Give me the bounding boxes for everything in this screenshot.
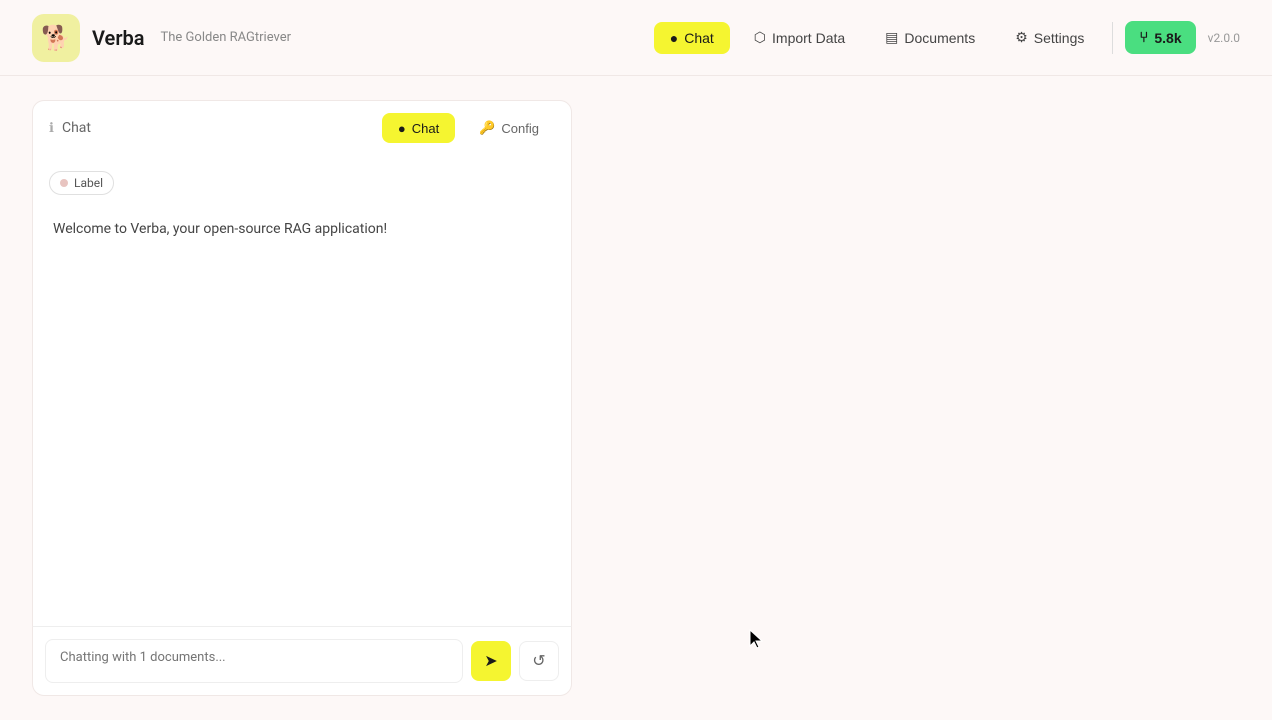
nav-documents-button[interactable]: ▤ Documents <box>869 21 991 54</box>
settings-gear-icon: ⚙ <box>1015 29 1028 46</box>
reset-icon: ↺ <box>532 651 545 671</box>
app-header: 🐕 Verba The Golden RAGtriever ● Chat ⬡ I… <box>0 0 1272 76</box>
import-data-icon: ⬡ <box>754 29 766 46</box>
tab-config-label: Config <box>501 121 539 136</box>
panel-title: ℹ Chat <box>49 120 91 136</box>
chat-input-area: ➤ ↺ <box>32 626 572 696</box>
header-divider <box>1112 22 1113 54</box>
tab-config[interactable]: 🔑 Config <box>463 113 555 143</box>
info-icon: ℹ <box>49 121 54 136</box>
chat-body: Label Welcome to Verba, your open-source… <box>32 155 572 626</box>
version-label: v2.0.0 <box>1208 31 1240 45</box>
tab-chat-label: Chat <box>412 121 439 136</box>
send-icon: ➤ <box>484 651 497 671</box>
nav-settings-button[interactable]: ⚙ Settings <box>999 21 1100 54</box>
logo-emoji: 🐕 <box>41 24 71 52</box>
nav-import-data-label: Import Data <box>772 30 845 46</box>
label-dot-icon <box>60 179 68 187</box>
panel-tabs: ● Chat 🔑 Config <box>382 113 555 143</box>
app-logo: 🐕 <box>32 14 80 62</box>
main-content: ℹ Chat ● Chat 🔑 Config Label Welcome to … <box>0 76 1272 720</box>
github-icon: ⑂ <box>1139 29 1148 46</box>
nav-import-data-button[interactable]: ⬡ Import Data <box>738 21 861 54</box>
chat-dot-icon: ● <box>670 30 678 46</box>
header-nav: ● Chat ⬡ Import Data ▤ Documents ⚙ Setti… <box>654 21 1240 54</box>
config-tab-icon: 🔑 <box>479 120 495 136</box>
chat-tab-icon: ● <box>398 121 406 136</box>
right-panel <box>596 100 1240 696</box>
welcome-message: Welcome to Verba, your open-source RAG a… <box>49 211 555 248</box>
github-button[interactable]: ⑂ 5.8k <box>1125 21 1195 54</box>
app-subtitle: The Golden RAGtriever <box>161 30 292 45</box>
chat-input[interactable] <box>45 639 463 683</box>
label-tag-text: Label <box>74 176 103 190</box>
send-button[interactable]: ➤ <box>471 641 511 681</box>
tab-chat[interactable]: ● Chat <box>382 113 455 143</box>
nav-chat-label: Chat <box>684 30 714 46</box>
panel-header: ℹ Chat ● Chat 🔑 Config <box>32 100 572 155</box>
panel-title-label: Chat <box>62 120 91 136</box>
nav-documents-label: Documents <box>904 30 975 46</box>
reset-button[interactable]: ↺ <box>519 641 559 681</box>
label-tag: Label <box>49 171 114 195</box>
documents-icon: ▤ <box>885 29 898 46</box>
github-stars: 5.8k <box>1154 30 1181 46</box>
header-left: 🐕 Verba The Golden RAGtriever <box>32 14 291 62</box>
nav-settings-label: Settings <box>1034 30 1085 46</box>
app-name: Verba <box>92 26 145 50</box>
chat-panel: ℹ Chat ● Chat 🔑 Config Label Welcome to … <box>32 100 572 696</box>
nav-chat-button[interactable]: ● Chat <box>654 22 730 54</box>
